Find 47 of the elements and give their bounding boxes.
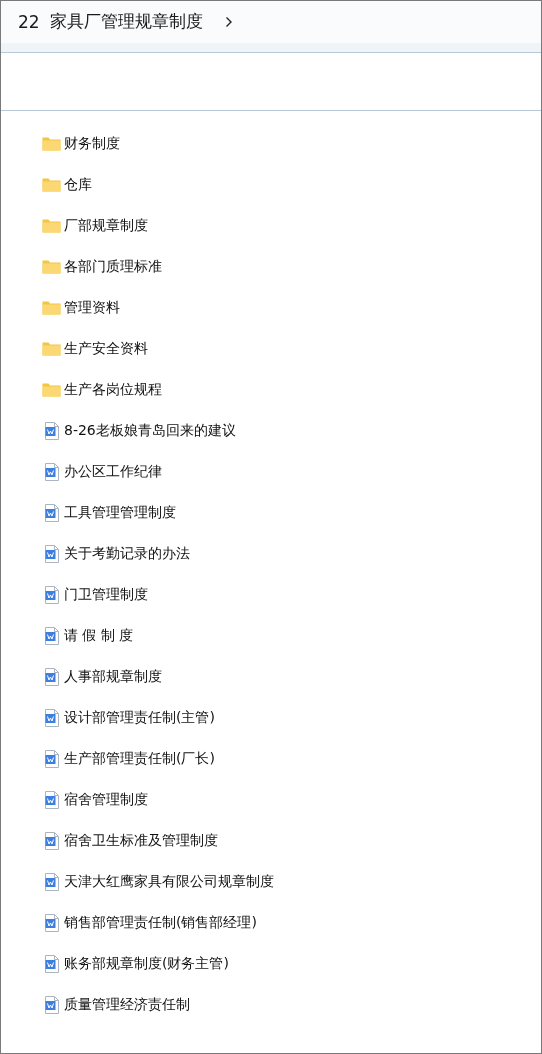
document-icon (43, 585, 60, 604)
document-icon (43, 872, 60, 891)
file-name[interactable]: 天津大红鹰家具有限公司规章制度 (64, 872, 274, 891)
folder-name[interactable]: 厂部规章制度 (64, 216, 148, 235)
document-icon (43, 954, 60, 973)
document-icon (43, 790, 60, 809)
document-icon (43, 995, 60, 1014)
document-icon (43, 831, 60, 850)
file-name[interactable]: 生产部管理责任制(厂长) (64, 749, 215, 768)
folder-icon (42, 341, 61, 356)
file-name[interactable]: 门卫管理制度 (64, 585, 148, 604)
folder-name[interactable]: 生产各岗位规程 (64, 380, 162, 399)
chevron-icon[interactable] (224, 15, 233, 28)
folder-icon (42, 259, 61, 274)
document-icon (43, 667, 60, 686)
file-name[interactable]: 关于考勤记录的办法 (64, 544, 190, 563)
folder-icon (42, 382, 61, 397)
document-icon (43, 462, 60, 481)
breadcrumb-title[interactable]: 家具厂管理规章制度 (49, 10, 203, 33)
document-icon (43, 913, 60, 932)
folder-icon (42, 300, 61, 315)
file-name[interactable]: 宿舍管理制度 (64, 790, 148, 809)
folder-name[interactable]: 生产安全资料 (64, 339, 148, 358)
file-name[interactable]: 质量管理经济责任制 (64, 995, 190, 1014)
document-icon (43, 626, 60, 645)
folder-icon (42, 177, 61, 192)
file-name[interactable]: 账务部规章制度(财务主管) (64, 954, 229, 973)
folder-name[interactable]: 财务制度 (64, 134, 120, 153)
folder-name[interactable]: 管理资料 (64, 298, 120, 317)
document-icon (43, 544, 60, 563)
file-name[interactable]: 宿舍卫生标准及管理制度 (64, 831, 218, 850)
document-icon (43, 503, 60, 522)
file-name[interactable]: 请 假 制 度 (64, 626, 134, 645)
file-name[interactable]: 设计部管理责任制(主管) (64, 708, 215, 727)
file-name[interactable]: 人事部规章制度 (64, 667, 162, 686)
document-icon (43, 708, 60, 727)
document-icon (43, 421, 60, 440)
folder-icon (42, 218, 61, 233)
item-count: 22 (18, 11, 40, 32)
folder-name[interactable]: 各部门质理标准 (64, 257, 162, 276)
folder-name[interactable]: 仓库 (64, 175, 92, 194)
file-name[interactable]: 工具管理管理制度 (64, 503, 176, 522)
document-icon (43, 749, 60, 768)
file-name[interactable]: 8-26老板娘青岛回来的建议 (64, 421, 236, 440)
file-name[interactable]: 销售部管理责任制(销售部经理) (64, 913, 257, 932)
file-name[interactable]: 办公区工作纪律 (64, 462, 162, 481)
folder-icon (42, 136, 61, 151)
